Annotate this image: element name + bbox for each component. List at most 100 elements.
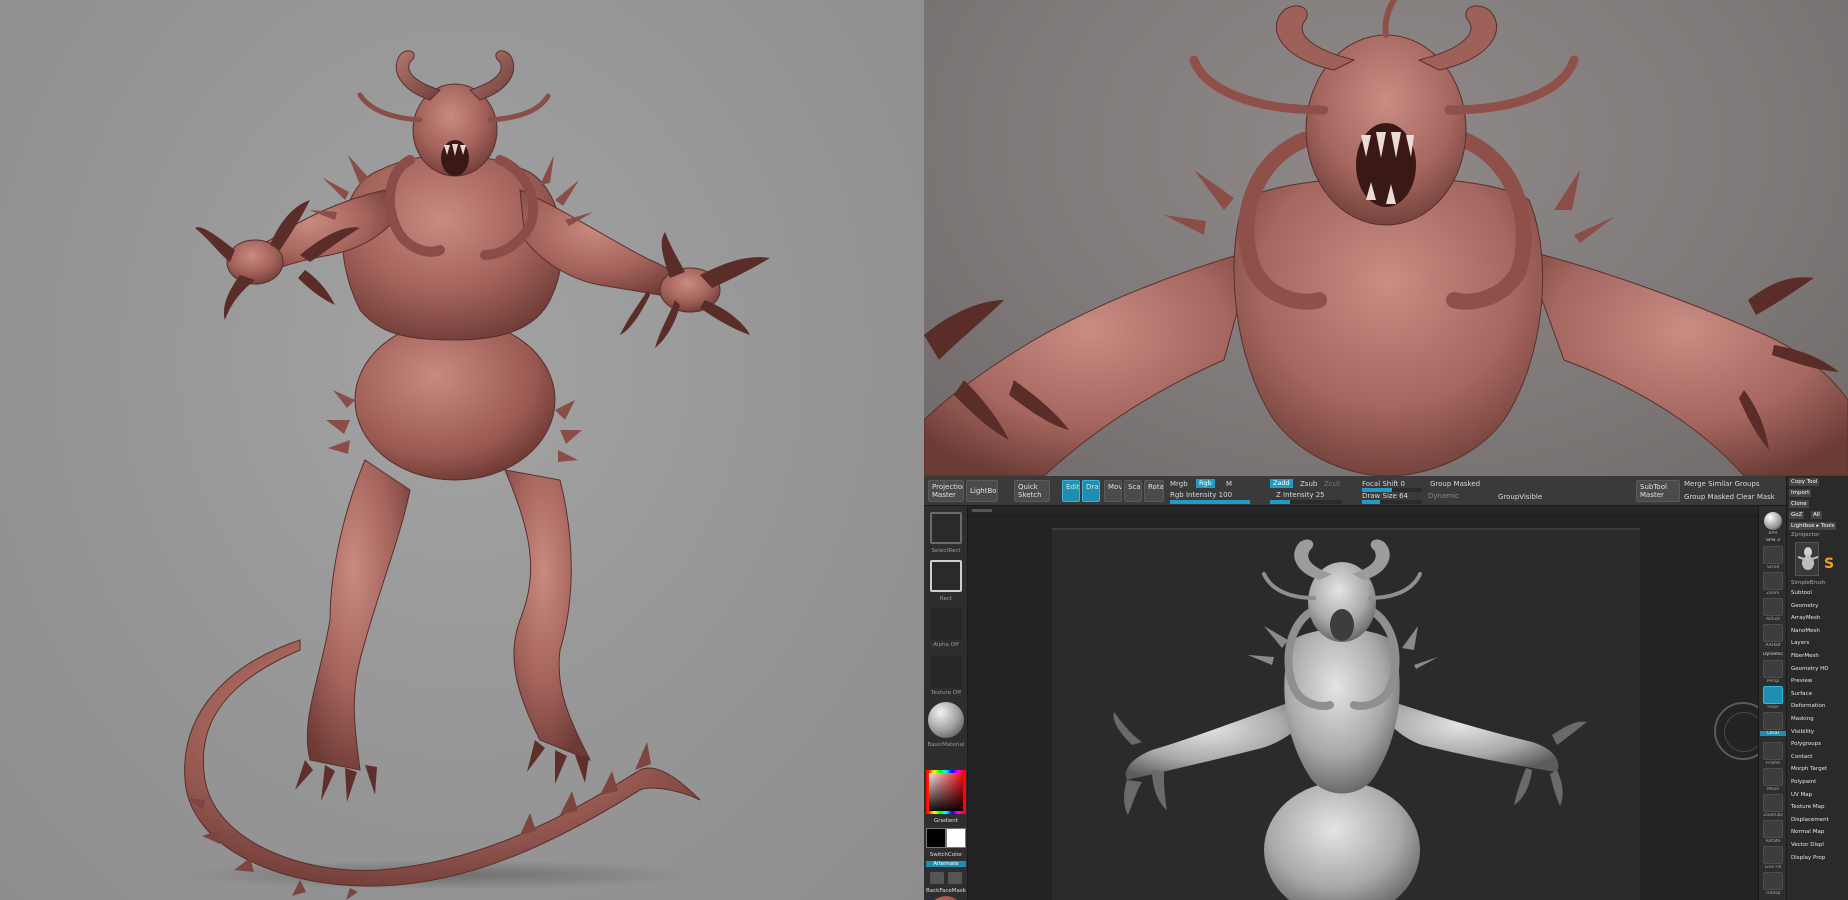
rgb-intensity-slider[interactable] — [1170, 500, 1250, 504]
tool-subpalette-item[interactable]: NanoMesh — [1791, 628, 1820, 634]
linefill-button[interactable] — [1763, 846, 1783, 864]
focal-shift-slider-label[interactable]: Focal Shift 0 — [1362, 480, 1405, 488]
tool-subpalette-item[interactable]: Contact — [1791, 754, 1812, 760]
lightbox-button[interactable]: LightBox — [966, 480, 998, 502]
mrgb-toggle[interactable]: Mrgb — [1170, 480, 1188, 488]
texture-thumbnail[interactable] — [930, 656, 962, 688]
rotate-button[interactable]: Rotate — [1144, 480, 1164, 502]
all-button[interactable]: All — [1811, 511, 1822, 519]
frame-label: Frame — [1765, 761, 1781, 766]
tool-subpalette-item[interactable]: Display Prop — [1791, 855, 1825, 861]
zoom-button[interactable] — [1763, 572, 1783, 590]
groupvisible-button[interactable]: GroupVisible — [1498, 493, 1542, 501]
shelf-small-button-1[interactable] — [930, 872, 944, 884]
tool-subpalette-item[interactable]: Visibility — [1791, 729, 1814, 735]
switchcolor-label[interactable]: SwitchColor — [926, 852, 966, 858]
tool-subpalette-item[interactable]: Deformation — [1791, 703, 1825, 709]
select-rect-brush-thumbnail[interactable] — [930, 512, 962, 544]
bpr-render-sphere-icon[interactable] — [1764, 512, 1782, 530]
transp-button[interactable] — [1763, 872, 1783, 890]
shelf-small-button-2[interactable] — [948, 872, 962, 884]
transp-label: Transp — [1765, 891, 1781, 896]
rgb-toggle[interactable]: Rgb — [1196, 479, 1215, 488]
move-view-button[interactable] — [1763, 768, 1783, 786]
backface-mask-label[interactable]: BackFaceMask — [926, 888, 966, 894]
current-tool-thumbnail[interactable] — [1795, 542, 1819, 576]
tool-subpalette-item[interactable]: UV Map — [1791, 792, 1812, 798]
copy-tool-button[interactable]: Copy Tool — [1789, 478, 1820, 486]
grey-sculpt-viewport[interactable] — [1052, 530, 1640, 900]
tool-subpalette-item[interactable]: Masking — [1791, 716, 1814, 722]
tool-subpalette-item[interactable]: ArrayMesh — [1791, 615, 1820, 621]
m-toggle[interactable]: M — [1226, 480, 1232, 488]
dynamic-toggle[interactable]: Dynamic — [1428, 492, 1459, 500]
right-shelf: BPR SPix 3 Scroll Zoom Actual AAHalf Dyn… — [1758, 506, 1786, 900]
tool-subpalette-item[interactable]: Preview — [1791, 678, 1812, 684]
belly — [354, 319, 556, 481]
canvas-subbar — [968, 506, 1758, 516]
edit-button[interactable]: Edit — [1062, 480, 1080, 502]
merge-similar-groups-button[interactable]: Merge Similar Groups — [1684, 480, 1760, 488]
floor-button[interactable] — [1763, 686, 1783, 704]
frame-button[interactable] — [1763, 742, 1783, 760]
rgb-intensity-slider-label[interactable]: Rgb Intensity 100 — [1170, 491, 1232, 499]
clone-button[interactable]: Clone — [1789, 500, 1809, 508]
rotate-view-button[interactable] — [1763, 820, 1783, 838]
aahalf-button[interactable] — [1763, 624, 1783, 642]
rect-stroke-thumbnail[interactable] — [930, 560, 962, 592]
alternate-toggle[interactable]: Alternate — [926, 861, 966, 867]
skin-material-sphere-icon[interactable] — [928, 896, 964, 900]
projection-master-button[interactable]: Projection Master — [928, 480, 964, 502]
persp-label: Persp — [1766, 679, 1780, 684]
draw-button[interactable]: Draw — [1082, 480, 1100, 502]
draw-size-slider-label[interactable]: Draw Size 64 — [1362, 492, 1408, 500]
tool-subpalette-item[interactable]: FiberMesh — [1791, 653, 1819, 659]
tool-subpalette-item[interactable]: Morph Target — [1791, 766, 1827, 772]
zprojector-label: Zprojector — [1791, 532, 1820, 538]
secondary-color-swatch[interactable] — [926, 828, 946, 848]
document-canvas[interactable] — [1052, 528, 1640, 900]
z-intensity-slider[interactable] — [1270, 500, 1342, 504]
group-masked-clear-mask-button[interactable]: Group Masked Clear Mask — [1684, 493, 1775, 501]
zsub-toggle[interactable]: Zsub — [1300, 480, 1317, 488]
zadd-toggle[interactable]: Zadd — [1270, 479, 1293, 488]
tool-subpalette-item[interactable]: Subtool — [1791, 590, 1812, 596]
persp-button[interactable] — [1763, 660, 1783, 678]
z-intensity-slider-label[interactable]: Z Intensity 25 — [1276, 491, 1325, 499]
tool-subpalette-item[interactable]: Polypaint — [1791, 779, 1816, 785]
scroll-button[interactable] — [1763, 546, 1783, 564]
tool-subpalette-item[interactable]: Surface — [1791, 691, 1812, 697]
subtool-master-button[interactable]: SubTool Master — [1636, 480, 1680, 502]
simplebrush-icon[interactable]: S — [1821, 556, 1837, 572]
tool-subpalette-item[interactable]: Layers — [1791, 640, 1809, 646]
tool-subpalette-item[interactable]: Geometry HD — [1791, 666, 1829, 672]
zbrush-window: Projection Master LightBox Quick Sketch … — [924, 476, 1848, 900]
goz-button[interactable]: GoZ — [1789, 511, 1805, 519]
tool-subpalette-item[interactable]: Texture Map — [1791, 804, 1825, 810]
quick-sketch-button[interactable]: Quick Sketch — [1014, 480, 1050, 502]
local-button[interactable] — [1763, 712, 1783, 730]
rotate-view-label: Rotate — [1765, 839, 1781, 844]
primary-color-swatch[interactable] — [946, 828, 966, 848]
draw-size-slider[interactable] — [1362, 500, 1422, 504]
tool-subpalette-item[interactable]: Normal Map — [1791, 829, 1824, 835]
color-picker[interactable] — [926, 770, 966, 814]
tool-subpalette-item[interactable]: Vector Displ — [1791, 842, 1824, 848]
tool-subpalette-item[interactable]: Polygroups — [1791, 741, 1821, 747]
spix-slider[interactable]: SPix 3 — [1760, 538, 1786, 543]
import-button[interactable]: Import — [1789, 489, 1812, 497]
actual-button[interactable] — [1763, 598, 1783, 616]
tool-subpalette-item[interactable]: Geometry — [1791, 603, 1818, 609]
material-sphere-icon[interactable] — [928, 702, 964, 738]
dynamic-label[interactable]: Dynamic — [1760, 652, 1786, 657]
group-masked-label[interactable]: Group Masked — [1430, 480, 1480, 488]
tool-subpalette-item[interactable]: Displacement — [1791, 817, 1829, 823]
zoom3d-button[interactable] — [1763, 794, 1783, 812]
canvas-area[interactable] — [968, 506, 1758, 900]
move-button[interactable]: Move — [1104, 480, 1122, 502]
lightbox-tools-button[interactable]: Lightbox ▸ Tools — [1789, 522, 1837, 530]
scale-button[interactable]: Scale — [1124, 480, 1142, 502]
zcut-toggle[interactable]: Zcut — [1324, 480, 1340, 488]
alpha-thumbnail[interactable] — [930, 608, 962, 640]
projection-master-label: Projection Master — [932, 483, 964, 499]
